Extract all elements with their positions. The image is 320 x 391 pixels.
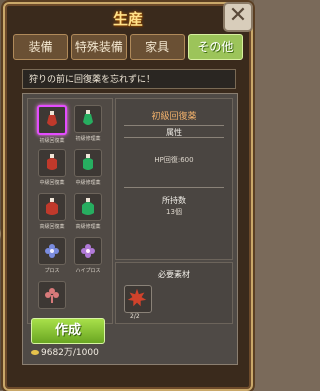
recipe-item[interactable]: 高級修理薬 — [72, 193, 104, 233]
divider — [124, 125, 224, 126]
owned-count: 13個 — [166, 208, 182, 216]
recipe-label: ハイプロス — [75, 268, 101, 274]
divider — [124, 137, 224, 138]
close-icon: ✕ — [228, 3, 248, 28]
recipe-label: 中級回復薬 — [39, 180, 65, 186]
recipe-detail: 初級回復薬 属性 HP回復:600 所持数 13個 — [115, 98, 233, 260]
recipe-label: 中級修理薬 — [75, 180, 101, 186]
materials-heading: 必要素材 — [158, 270, 190, 279]
recipe-item[interactable]: ハイプロス — [72, 237, 104, 277]
title-bar: 生産 ✕ — [5, 2, 253, 32]
potion-icon — [46, 198, 58, 215]
required-materials: 必要素材 2/2 — [115, 262, 233, 324]
recipe-item[interactable]: 中級修理薬 — [72, 149, 104, 189]
material-count: 2/2 — [130, 313, 140, 320]
recipe-item[interactable]: 高級回復薬 — [36, 193, 68, 233]
recipe-item[interactable]: プロス — [36, 237, 68, 277]
potion-icon — [83, 110, 93, 125]
recipe-label: 初級回復薬 — [39, 138, 65, 144]
maple-leaf-icon — [127, 288, 147, 307]
potion-icon — [82, 198, 94, 215]
tab-equipment[interactable]: 装備 — [13, 34, 69, 60]
flower-icon — [81, 244, 95, 258]
tab-furniture[interactable]: 家具 — [129, 34, 185, 60]
divider — [124, 187, 224, 188]
tab-special-equipment[interactable]: 特殊装備 — [71, 34, 127, 60]
recipe-item[interactable] — [36, 281, 68, 321]
flower-icon — [45, 288, 59, 303]
window-title: 生産 — [112, 10, 143, 28]
attribute-value: HP回復:600 — [154, 156, 194, 164]
recipe-label: 高級回復薬 — [39, 224, 65, 230]
category-tabs: 装備 特殊装備 家具 その他 — [13, 34, 243, 60]
owned-heading: 所持数 — [162, 196, 186, 205]
recipe-label: 高級修理薬 — [75, 224, 101, 230]
potion-icon — [47, 154, 57, 170]
recipe-item[interactable]: 初級回復薬 — [36, 105, 68, 145]
recipe-label: プロス — [44, 268, 60, 274]
content-panel: 初級回復薬 初級修理薬 中級回復薬 中級修理薬 高級回復薬 高級修理薬 プロス … — [22, 93, 238, 365]
money-display: 9682万/1000 — [31, 345, 99, 358]
production-window: 生産 ✕ 装備 特殊装備 家具 その他 狩りの前に回復薬を忘れずに！ 初級回復薬… — [3, 2, 253, 391]
coin-icon — [31, 350, 39, 355]
recipe-item[interactable]: 初級修理薬 — [72, 105, 104, 145]
flower-icon — [45, 244, 59, 258]
recipe-name: 初級回復薬 — [151, 112, 197, 122]
material-slot[interactable] — [124, 285, 152, 313]
potion-icon — [83, 154, 93, 170]
close-button[interactable]: ✕ — [223, 2, 253, 32]
recipe-list: 初級回復薬 初級修理薬 中級回復薬 中級修理薬 高級回復薬 高級修理薬 プロス … — [27, 98, 113, 324]
recipe-item[interactable]: 中級回復薬 — [36, 149, 68, 189]
potion-icon — [47, 111, 57, 126]
money-value: 9682万/1000 — [41, 348, 99, 358]
notice-banner: 狩りの前に回復薬を忘れずに！ — [22, 69, 236, 89]
recipe-label: 初級修理薬 — [75, 136, 101, 142]
craft-button[interactable]: 作成 — [31, 318, 105, 344]
tab-other[interactable]: その他 — [187, 34, 243, 60]
